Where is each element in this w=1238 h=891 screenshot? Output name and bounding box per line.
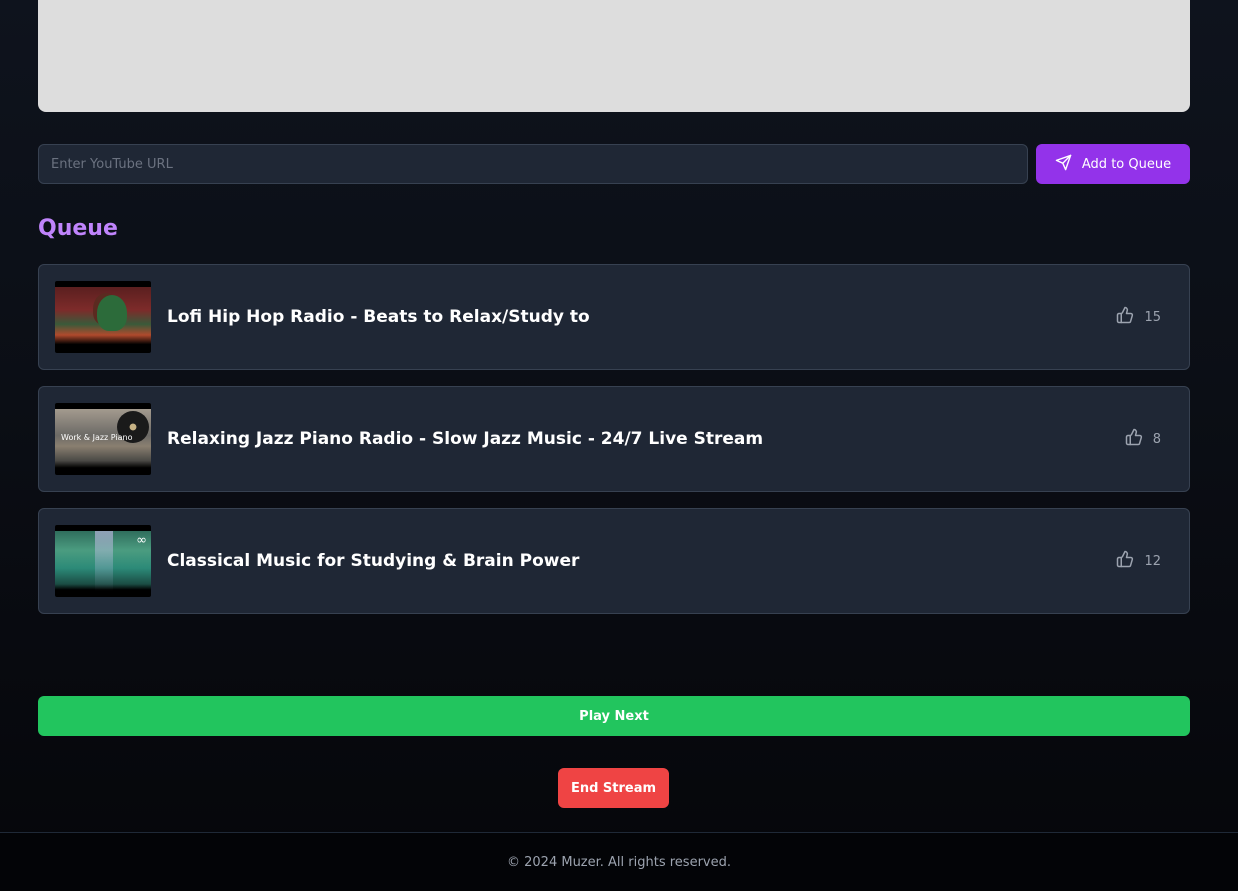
queue-title: Queue [38,216,118,241]
song-thumbnail: ∞ [55,525,151,597]
song-title: Classical Music for Studying & Brain Pow… [167,551,580,571]
vote-count: 15 [1144,309,1161,325]
queue-list: Lofi Hip Hop Radio - Beats to Relax/Stud… [38,264,1190,630]
thumbnail-text: ∞ [136,533,147,548]
vote-count: 12 [1144,553,1161,569]
song-title: Relaxing Jazz Piano Radio - Slow Jazz Mu… [167,429,764,449]
add-song-form: Add to Queue [38,144,1190,184]
vote-count: 8 [1152,431,1161,447]
thumbs-up-icon [1125,428,1143,450]
queue-item: Lofi Hip Hop Radio - Beats to Relax/Stud… [38,264,1190,370]
add-to-queue-button[interactable]: Add to Queue [1036,144,1190,184]
send-icon [1055,154,1072,175]
thumbnail-text: Work & Jazz Piano [61,433,133,442]
song-title: Lofi Hip Hop Radio - Beats to Relax/Stud… [167,307,590,327]
upvote-button[interactable]: 12 [1116,550,1161,572]
thumbs-up-icon [1116,306,1134,328]
youtube-url-input[interactable] [38,144,1028,184]
thumbs-up-icon [1116,550,1134,572]
copyright-text: © 2024 Muzer. All rights reserved. [507,854,731,870]
upvote-button[interactable]: 8 [1125,428,1161,450]
play-next-button[interactable]: Play Next [38,696,1190,736]
song-thumbnail: Work & Jazz Piano [55,403,151,475]
end-stream-button[interactable]: End Stream [558,768,669,808]
queue-item: ∞ Classical Music for Studying & Brain P… [38,508,1190,614]
upvote-button[interactable]: 15 [1116,306,1161,328]
song-thumbnail [55,281,151,353]
footer: © 2024 Muzer. All rights reserved. [0,832,1238,891]
video-player[interactable] [38,0,1190,112]
queue-item: Work & Jazz Piano Relaxing Jazz Piano Ra… [38,386,1190,492]
add-to-queue-label: Add to Queue [1081,156,1172,172]
